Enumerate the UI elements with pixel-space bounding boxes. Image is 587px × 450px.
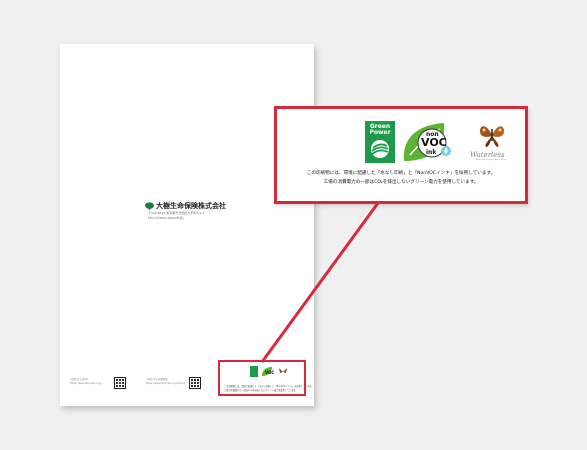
callout-connector-svg bbox=[260, 202, 380, 363]
callout-text-line1: この印刷物には、環境に配慮した「水なし印刷」と「NonVOCインキ」を採用してい… bbox=[306, 171, 496, 176]
waterless-subtext: Waterless Printing Association bbox=[476, 159, 507, 161]
callout-connector-line bbox=[260, 202, 380, 363]
green-power-globe-icon bbox=[371, 140, 389, 158]
nonvoc-ink-logo-icon: non VOC ink bbox=[403, 123, 451, 161]
green-power-logo: Green Power bbox=[365, 121, 395, 163]
callout-text-line2: 工場の消費電力の一部はCO₂を排出しないグリーン電力を使用しています。 bbox=[323, 180, 479, 185]
butterfly-icon bbox=[480, 126, 504, 147]
callout-box: Green Power non VOC ink Waterless Waterl… bbox=[274, 106, 528, 204]
eco-logos-row: Green Power non VOC ink Waterless Waterl… bbox=[365, 121, 512, 165]
waterless-printing-logo: Waterless Waterless Printing Association bbox=[464, 121, 512, 165]
callout-description: この印刷物には、環境に配慮した「水なし印刷」と「NonVOCインキ」を採用してい… bbox=[277, 169, 525, 187]
nonvoc-text-ink: ink bbox=[426, 149, 437, 156]
waterless-script: Waterless bbox=[470, 151, 505, 159]
nonvoc-text-voc: VOC bbox=[421, 136, 447, 149]
green-power-text-2: Power bbox=[369, 129, 391, 136]
